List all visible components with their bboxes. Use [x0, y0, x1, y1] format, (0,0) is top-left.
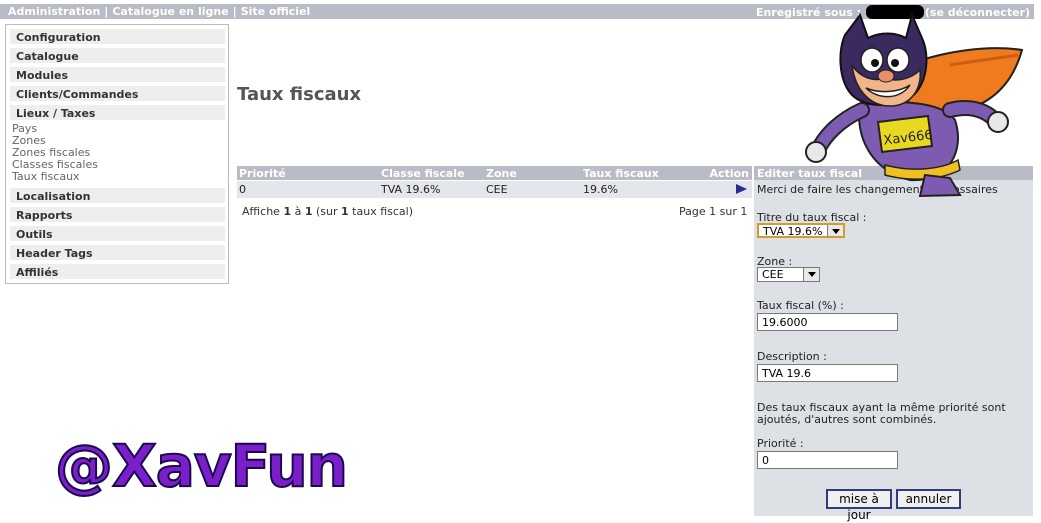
cell-class: TVA 19.6% [381, 183, 441, 196]
nav-item-label: Catalogue [16, 50, 79, 63]
link-administration[interactable]: Administration [8, 5, 100, 18]
chevron-down-icon[interactable] [803, 268, 819, 281]
nav-sub-taux-fiscaux[interactable]: Taux fiscaux [12, 171, 80, 183]
selected-arrow-icon[interactable] [736, 184, 747, 194]
table-row[interactable]: 0 TVA 19.6% CEE 19.6% [237, 181, 752, 198]
priority-note: Des taux fiscaux ayant la même priorité … [757, 401, 1006, 426]
cell-rate: 19.6% [583, 183, 618, 196]
nav-item-modules[interactable]: Modules [10, 67, 225, 83]
top-links: Administration | Catalogue en ligne | Site o… [8, 5, 310, 18]
pager-from: 1 [283, 205, 292, 218]
edit-panel: Editer taux fiscal Merci de faire les ch… [754, 166, 1033, 522]
nav-item-lieux-taxes[interactable]: Lieux / Taxes [10, 105, 225, 121]
col-header-zone: Zone [486, 167, 517, 180]
nav-item-label: Rapports [16, 209, 73, 222]
zone-select-value: CEE [762, 268, 784, 281]
description-label: Description : [757, 350, 827, 363]
chevron-down-icon[interactable] [827, 225, 843, 236]
col-header-action: Action [709, 167, 749, 180]
page-title: Taux fiscaux [237, 84, 362, 105]
col-header-priorite: Priorité [239, 167, 286, 180]
pager-text: taux fiscal) [348, 205, 413, 218]
nav-item-label: Affiliés [16, 266, 59, 279]
priority-input[interactable]: 0 [757, 451, 898, 469]
nav-item-label: Modules [16, 69, 68, 82]
separator: | [104, 5, 109, 18]
pager-page-info: Page 1 sur 1 [679, 205, 748, 218]
separator: | [232, 5, 237, 18]
link-site-officiel[interactable]: Site officiel [241, 5, 311, 18]
xavfun-watermark: @XavFun [54, 431, 349, 501]
nav-item-catalogue[interactable]: Catalogue [10, 48, 225, 64]
nav-item-label: Lieux / Taxes [16, 107, 96, 120]
col-header-taux-fiscaux: Taux fiscaux [583, 167, 659, 180]
pager-to: 1 [304, 205, 313, 218]
nav-item-affilies[interactable]: Affiliés [10, 264, 225, 280]
nav-item-rapports[interactable]: Rapports [10, 207, 225, 223]
nav-item-label: Localisation [16, 190, 91, 203]
priority-label: Priorité : [757, 437, 804, 450]
description-input[interactable]: TVA 19.6 [757, 364, 898, 382]
nav-item-outils[interactable]: Outils [10, 226, 225, 242]
nav-item-clients-commandes[interactable]: Clients/Commandes [10, 86, 225, 102]
sidebar-nav: Configuration Catalogue Modules Clients/… [5, 24, 229, 284]
cancel-button[interactable]: annuler [896, 489, 961, 509]
rate-input[interactable]: 19.6000 [757, 313, 898, 331]
cell-zone: CEE [486, 183, 508, 196]
nav-item-configuration[interactable]: Configuration [10, 29, 225, 45]
pager-text: Affiche [242, 205, 284, 218]
col-header-classe-fiscale: Classe fiscale [381, 167, 465, 180]
nav-item-label: Header Tags [16, 247, 93, 260]
nav-item-label: Outils [16, 228, 53, 241]
rate-label: Taux fiscal (%) : [757, 299, 844, 312]
nav-item-localisation[interactable]: Localisation [10, 188, 225, 204]
zone-select[interactable]: CEE [757, 267, 820, 282]
title-select-value: TVA 19.6% [763, 225, 823, 238]
link-catalogue-en-ligne[interactable]: Catalogue en ligne [112, 5, 228, 18]
mascot-superhero-icon: Xav666 [805, 11, 1024, 198]
nav-item-label: Configuration [16, 31, 101, 44]
nav-item-label: Clients/Commandes [16, 88, 139, 101]
pager-total: 1 [341, 205, 349, 218]
update-button[interactable]: mise à jour [826, 489, 892, 522]
pager-summary: Affiche 1 à 1 (sur 1 taux fiscal) [242, 205, 413, 218]
pager-text: (sur [312, 205, 342, 218]
table-header: Priorité Classe fiscale Zone Taux fiscau… [237, 166, 752, 180]
nav-item-header-tags[interactable]: Header Tags [10, 245, 225, 261]
pager-text: à [291, 205, 305, 218]
title-select[interactable]: TVA 19.6% [757, 223, 845, 238]
cell-priority: 0 [239, 183, 246, 196]
